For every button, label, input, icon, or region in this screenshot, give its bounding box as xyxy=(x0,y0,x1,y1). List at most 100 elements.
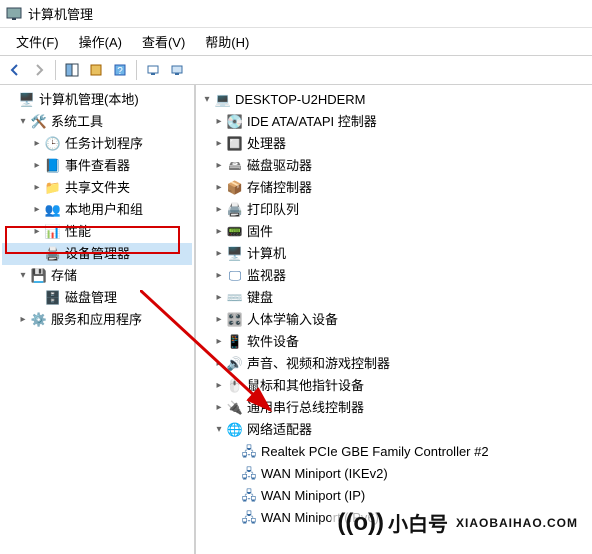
expand-toggle[interactable]: ▸ xyxy=(212,245,226,263)
disk-drives[interactable]: ▸ 🖴 磁盘驱动器 xyxy=(198,155,590,177)
menu-file[interactable]: 文件(F) xyxy=(6,30,69,53)
svg-text:?: ? xyxy=(117,66,123,77)
devmgr-icon2[interactable] xyxy=(166,59,188,81)
show-hide-button[interactable] xyxy=(61,59,83,81)
hid-icon: 🎛️ xyxy=(226,312,244,328)
nic-icon: 🖧 xyxy=(240,444,258,460)
expand-toggle[interactable]: ▸ xyxy=(212,289,226,307)
expand-toggle[interactable]: ▸ xyxy=(212,157,226,175)
forward-button[interactable] xyxy=(28,59,50,81)
menu-action[interactable]: 操作(A) xyxy=(69,30,132,53)
right-device-pane: ▾ 💻 DESKTOP-U2HDERM ▸ 💽 IDE ATA/ATAPI 控制… xyxy=(196,85,592,554)
usb-icon: 🔌 xyxy=(226,400,244,416)
monitor-icon: 🖵 xyxy=(226,268,244,284)
device-mgr-icon: 🖨️ xyxy=(44,246,62,262)
software-devices[interactable]: ▸ 📱 软件设备 xyxy=(198,331,590,353)
expand-toggle[interactable]: ▸ xyxy=(212,399,226,417)
mouse-devices[interactable]: ▸ 🖱️ 鼠标和其他指针设备 xyxy=(198,375,590,397)
expand-toggle[interactable]: ▸ xyxy=(212,333,226,351)
menu-help[interactable]: 帮助(H) xyxy=(195,30,259,53)
keyboards[interactable]: ▸ ⌨️ 键盘 xyxy=(198,287,590,309)
shared-folders[interactable]: ▸ 📁 共享文件夹 xyxy=(2,177,192,199)
audio-label: 声音、视频和游戏控制器 xyxy=(247,355,390,373)
ide-label: IDE ATA/ATAPI 控制器 xyxy=(247,113,377,131)
menu-bar: 文件(F) 操作(A) 查看(V) 帮助(H) xyxy=(0,28,592,56)
watermark-sub: XIAOBAIHAO.COM xyxy=(456,516,578,530)
expand-toggle[interactable]: ▸ xyxy=(212,179,226,197)
expand-toggle[interactable]: ▸ xyxy=(30,135,44,153)
ide-controller[interactable]: ▸ 💽 IDE ATA/ATAPI 控制器 xyxy=(198,111,590,133)
event-viewer[interactable]: ▸ 📘 事件查看器 xyxy=(2,155,192,177)
expand-toggle[interactable]: ▸ xyxy=(30,223,44,241)
host-label: DESKTOP-U2HDERM xyxy=(235,91,366,109)
expand-toggle[interactable]: ▸ xyxy=(212,377,226,395)
expand-toggle[interactable]: ▸ xyxy=(212,201,226,219)
audio-icon: 🔊 xyxy=(226,356,244,372)
print-label: 打印队列 xyxy=(247,201,299,219)
expand-toggle[interactable]: ▸ xyxy=(212,113,226,131)
expand-toggle[interactable]: ▸ xyxy=(212,135,226,153)
expand-toggle[interactable]: ▸ xyxy=(30,179,44,197)
event-viewer-icon: 📘 xyxy=(44,158,62,174)
storage-controllers[interactable]: ▸ 📦 存储控制器 xyxy=(198,177,590,199)
app-icon xyxy=(6,6,22,22)
expand-toggle[interactable]: ▸ xyxy=(30,201,44,219)
task-scheduler[interactable]: ▸ 🕒 任务计划程序 xyxy=(2,133,192,155)
services-label: 服务和应用程序 xyxy=(51,311,142,329)
audio-controllers[interactable]: ▸ 🔊 声音、视频和游戏控制器 xyxy=(198,353,590,375)
performance[interactable]: ▸ 📊 性能 xyxy=(2,221,192,243)
devmgr-icon1[interactable] xyxy=(142,59,164,81)
root-computer-mgmt[interactable]: ▸ 🖥️ 计算机管理(本地) xyxy=(2,89,192,111)
properties-button[interactable] xyxy=(85,59,107,81)
back-button[interactable] xyxy=(4,59,26,81)
expand-toggle[interactable]: ▾ xyxy=(16,267,30,285)
nic-icon: 🖧 xyxy=(240,466,258,482)
expand-toggle[interactable]: ▾ xyxy=(200,91,214,109)
firmware-icon: 📟 xyxy=(226,224,244,240)
storage-node[interactable]: ▾ 💾 存储 xyxy=(2,265,192,287)
computer-label: 计算机 xyxy=(247,245,286,263)
expand-toggle[interactable]: ▾ xyxy=(16,113,30,131)
host-node[interactable]: ▾ 💻 DESKTOP-U2HDERM xyxy=(198,89,590,111)
print-queues[interactable]: ▸ 🖨️ 打印队列 xyxy=(198,199,590,221)
disk-label: 磁盘驱动器 xyxy=(247,157,312,175)
usb-controllers[interactable]: ▸ 🔌 通用串行总线控制器 xyxy=(198,397,590,419)
mouse-label: 鼠标和其他指针设备 xyxy=(247,377,364,395)
cpu-icon: 🔲 xyxy=(226,136,244,152)
task-sched-label: 任务计划程序 xyxy=(65,135,143,153)
expand-toggle[interactable]: ▸ xyxy=(30,157,44,175)
window-title: 计算机管理 xyxy=(28,4,93,23)
system-tools[interactable]: ▾ 🛠️ 系统工具 xyxy=(2,111,192,133)
storage-icon: 💾 xyxy=(30,268,48,284)
keyboard-icon: ⌨️ xyxy=(226,290,244,306)
expand-toggle[interactable]: ▸ xyxy=(212,355,226,373)
expand-toggle[interactable]: ▸ xyxy=(212,223,226,241)
printer-icon: 🖨️ xyxy=(226,202,244,218)
task-sched-icon: 🕒 xyxy=(44,136,62,152)
local-users[interactable]: ▸ 👥 本地用户和组 xyxy=(2,199,192,221)
firmware[interactable]: ▸ 📟 固件 xyxy=(198,221,590,243)
expand-toggle[interactable]: ▸ xyxy=(212,267,226,285)
computer-node[interactable]: ▸ 🖥️ 计算机 xyxy=(198,243,590,265)
nic-realtek[interactable]: ▸ 🖧 Realtek PCIe GBE Family Controller #… xyxy=(198,441,590,463)
disk-mgmt[interactable]: ▸ 🗄️ 磁盘管理 xyxy=(2,287,192,309)
device-manager[interactable]: ▸ 🖨️ 设备管理器 xyxy=(2,243,192,265)
nic-wan-ikev2[interactable]: ▸ 🖧 WAN Miniport (IKEv2) xyxy=(198,463,590,485)
tools-icon: 🛠️ xyxy=(30,114,48,130)
local-users-label: 本地用户和组 xyxy=(65,201,143,219)
network-adapters[interactable]: ▾ 🌐 网络适配器 xyxy=(198,419,590,441)
nic-wan-ip[interactable]: ▸ 🖧 WAN Miniport (IP) xyxy=(198,485,590,507)
expand-toggle[interactable]: ▸ xyxy=(212,311,226,329)
processor-node[interactable]: ▸ 🔲 处理器 xyxy=(198,133,590,155)
keyboard-label: 键盘 xyxy=(247,289,273,307)
hid-devices[interactable]: ▸ 🎛️ 人体学输入设备 xyxy=(198,309,590,331)
toolbar: ? xyxy=(0,56,592,85)
services-apps[interactable]: ▸ ⚙️ 服务和应用程序 xyxy=(2,309,192,331)
expand-toggle[interactable]: ▸ xyxy=(16,311,30,329)
monitors[interactable]: ▸ 🖵 监视器 xyxy=(198,265,590,287)
nic2-label: WAN Miniport (IP) xyxy=(261,487,365,505)
expand-toggle[interactable]: ▾ xyxy=(212,421,226,439)
menu-view[interactable]: 查看(V) xyxy=(132,30,195,53)
help-button[interactable]: ? xyxy=(109,59,131,81)
nic1-label: WAN Miniport (IKEv2) xyxy=(261,465,388,483)
